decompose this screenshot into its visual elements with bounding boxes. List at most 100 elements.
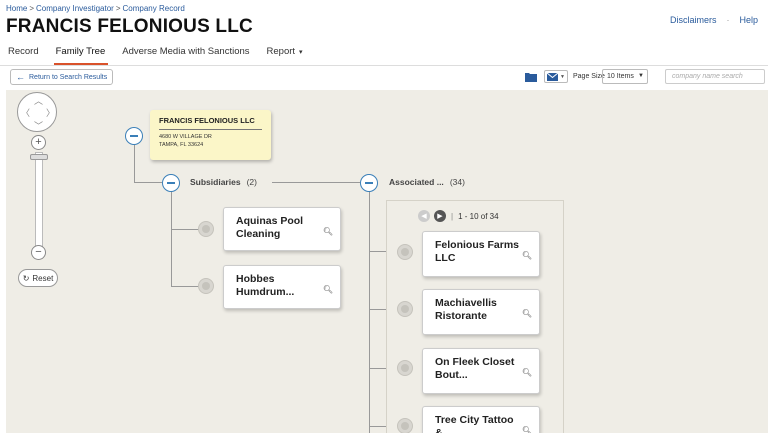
- reset-label: Reset: [32, 273, 54, 283]
- branch-count: (34): [449, 177, 465, 187]
- tab-bar: Record Family Tree Adverse Media with Sa…: [0, 42, 312, 65]
- associated-card[interactable]: On Fleek Closet Bout... 🔍︎: [422, 348, 540, 394]
- collapse-subsidiaries-button[interactable]: [162, 174, 180, 192]
- associated-card[interactable]: Felonious Farms LLC 🔍︎: [422, 231, 540, 277]
- caret-down-icon: ▾: [299, 49, 303, 56]
- email-menu-button[interactable]: ▼: [544, 70, 568, 83]
- node-dot: [397, 418, 413, 433]
- subsidiary-card[interactable]: Aquinas Pool Cleaning 🔍︎: [223, 207, 341, 251]
- associated-card[interactable]: Tree City Tattoo &... 🔍︎: [422, 406, 540, 433]
- toolbar: ← Return to Search Results ▼ Page Size 1…: [0, 66, 768, 90]
- node-dot: [397, 301, 413, 317]
- disclaimers-link[interactable]: Disclaimers: [670, 15, 717, 25]
- subsidiary-name: Hobbes Humdrum...: [236, 273, 295, 298]
- associated-pager: ◀ ▶ | 1 - 10 of 34: [418, 210, 499, 222]
- associated-name: Tree City Tattoo &...: [435, 414, 514, 433]
- root-company-name: FRANCIS FELONIOUS LLC: [159, 116, 262, 130]
- minus-icon: [365, 182, 373, 184]
- connector-line: [369, 191, 371, 433]
- arrow-left-icon: ←: [16, 72, 25, 82]
- page-size-label: Page Size: [573, 73, 605, 80]
- connector-line: [134, 182, 162, 184]
- breadcrumb-separator: >: [29, 4, 35, 13]
- branch-count: (2): [246, 177, 257, 187]
- search-icon[interactable]: 🔍︎: [522, 307, 532, 320]
- associated-label: Associated ... (34): [389, 177, 465, 187]
- root-company-card[interactable]: FRANCIS FELONIOUS LLC 4680 W VILLAGE DR …: [150, 110, 271, 160]
- tab-label: Adverse Media with Sanctions: [122, 46, 250, 57]
- connector-line: [134, 145, 136, 182]
- root-address-line1: 4680 W VILLAGE DR: [159, 134, 212, 140]
- breadcrumb-company-investigator[interactable]: Company Investigator: [36, 4, 114, 13]
- subsidiary-card[interactable]: Hobbes Humdrum... 🔍︎: [223, 265, 341, 309]
- collapse-root-button[interactable]: [125, 127, 143, 145]
- breadcrumb-separator: >: [115, 4, 121, 13]
- branch-title: Subsidiaries: [190, 177, 241, 187]
- pan-up-icon[interactable]: ︿: [34, 94, 43, 107]
- family-tree-canvas[interactable]: ︿ ﹀ 〈 〉 + − ↻ Reset FRANCIS FELONIOUS LL…: [6, 90, 768, 433]
- minus-icon: [130, 135, 138, 137]
- tab-label: Record: [8, 46, 39, 57]
- tab-label: Family Tree: [55, 46, 106, 57]
- envelope-icon: [547, 72, 559, 81]
- zoom-slider-track[interactable]: [35, 152, 43, 247]
- search-icon[interactable]: 🔍︎: [522, 249, 532, 262]
- pan-left-icon[interactable]: 〈: [21, 106, 30, 119]
- associated-card[interactable]: Machiavellis Ristorante 🔍︎: [422, 289, 540, 335]
- help-link[interactable]: Help: [739, 15, 758, 25]
- search-icon[interactable]: 🔍︎: [323, 225, 333, 238]
- top-links: Disclaimers · Help: [670, 15, 758, 25]
- node-dot: [397, 360, 413, 376]
- breadcrumb: Home > Company Investigator > Company Record: [6, 4, 185, 13]
- pan-down-icon[interactable]: ﹀: [34, 119, 43, 132]
- folder-icon[interactable]: [524, 70, 538, 83]
- next-page-button[interactable]: ▶: [434, 210, 446, 222]
- reset-button[interactable]: ↻ Reset: [18, 269, 58, 287]
- search-icon[interactable]: 🔍︎: [522, 366, 532, 379]
- breadcrumb-home[interactable]: Home: [6, 4, 27, 13]
- caret-down-icon: ▼: [560, 73, 565, 80]
- zoom-out-button[interactable]: −: [31, 245, 46, 260]
- connector-line: [171, 229, 201, 231]
- subsidiaries-label: Subsidiaries (2): [190, 177, 257, 187]
- connector-line: [272, 182, 360, 184]
- pager-range: 1 - 10 of 34: [458, 211, 499, 221]
- breadcrumb-company-record: Company Record: [122, 4, 185, 13]
- associated-name: On Fleek Closet Bout...: [435, 356, 515, 381]
- minus-icon: [167, 182, 175, 184]
- node-dot: [198, 278, 214, 294]
- connector-line: [171, 191, 173, 286]
- zoom-in-button[interactable]: +: [31, 135, 46, 150]
- collapse-associated-button[interactable]: [360, 174, 378, 192]
- associated-name: Machiavellis Ristorante: [435, 297, 497, 322]
- tab-label: Report: [266, 46, 296, 57]
- company-search-input[interactable]: company name search: [665, 69, 765, 84]
- associated-name: Felonious Farms LLC: [435, 239, 520, 264]
- connector-line: [171, 286, 201, 288]
- caret-down-icon: ▼: [638, 73, 644, 79]
- link-separator: ·: [726, 15, 730, 25]
- search-icon[interactable]: 🔍︎: [522, 424, 532, 433]
- tab-report[interactable]: Report ▾: [259, 42, 312, 64]
- page-size-value: 10 Items: [607, 73, 634, 80]
- tab-record[interactable]: Record: [0, 42, 48, 64]
- page-size-select[interactable]: 10 Items ▼: [602, 69, 648, 84]
- subsidiary-name: Aquinas Pool Cleaning: [236, 215, 304, 240]
- prev-page-button[interactable]: ◀: [418, 210, 430, 222]
- node-dot: [397, 244, 413, 260]
- tab-adverse-media[interactable]: Adverse Media with Sanctions: [114, 42, 258, 64]
- branch-title: Associated ...: [389, 177, 444, 187]
- return-label: Return to Search Results: [29, 73, 108, 81]
- page-title: FRANCIS FELONIOUS LLC: [6, 16, 253, 37]
- pan-control[interactable]: ︿ ﹀ 〈 〉: [17, 92, 57, 132]
- pager-separator: |: [451, 211, 454, 221]
- return-to-search-button[interactable]: ← Return to Search Results: [10, 69, 114, 85]
- tool-icons: ▼: [524, 70, 568, 83]
- node-dot: [198, 221, 214, 237]
- pan-right-icon[interactable]: 〉: [46, 106, 55, 119]
- root-address-line2: TAMPA, FL 33624: [159, 141, 204, 148]
- zoom-slider-handle[interactable]: [30, 154, 48, 160]
- reset-icon: ↻: [22, 273, 30, 283]
- search-icon[interactable]: 🔍︎: [323, 283, 333, 296]
- tab-family-tree[interactable]: Family Tree: [48, 42, 115, 65]
